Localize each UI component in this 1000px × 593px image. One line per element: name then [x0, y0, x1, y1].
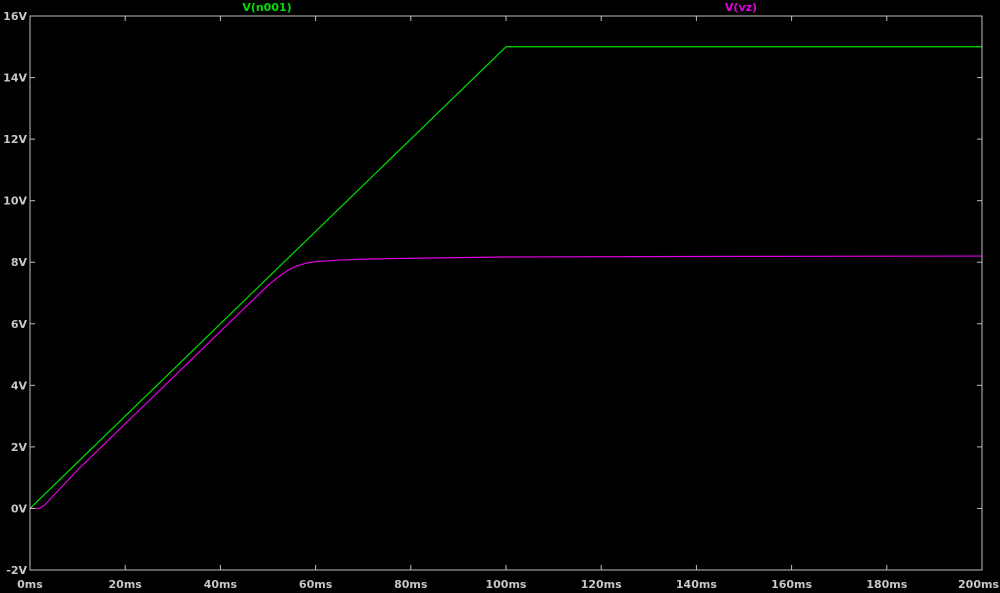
x-tick-label: 160ms [771, 578, 812, 591]
x-tick-label: 140ms [676, 578, 717, 591]
x-tick-label: 80ms [394, 578, 428, 591]
y-tick-label: 2V [11, 441, 28, 454]
y-tick-label: 6V [11, 318, 28, 331]
legend-label[interactable]: V(n001) [242, 1, 291, 14]
x-tick-label: 180ms [866, 578, 907, 591]
y-tick-label: 12V [3, 133, 27, 146]
x-tick-label: 40ms [204, 578, 238, 591]
x-tick-label: 120ms [581, 578, 622, 591]
x-tick-label: 20ms [109, 578, 143, 591]
y-tick-label: 0V [11, 502, 28, 515]
y-tick-label: 8V [11, 256, 28, 269]
y-tick-label: 10V [3, 195, 27, 208]
transient-plot: -2V 0V 2V 4V 6V 8V 10V 12V 14V 16V 0ms 20ms 40ms 60ms… [0, 0, 1000, 593]
x-tick-label: 100ms [486, 578, 527, 591]
legend-label[interactable]: V(vz) [725, 1, 757, 14]
x-tick-label: 60ms [299, 578, 333, 591]
x-tick-label: 0ms [17, 578, 43, 591]
x-tick-label: 200ms [958, 578, 999, 591]
y-tick-label: -2V [6, 564, 27, 577]
y-tick-label: 14V [3, 72, 27, 85]
y-tick-label: 4V [11, 379, 28, 392]
plot-background [0, 0, 1000, 593]
y-tick-label: 16V [3, 10, 27, 23]
